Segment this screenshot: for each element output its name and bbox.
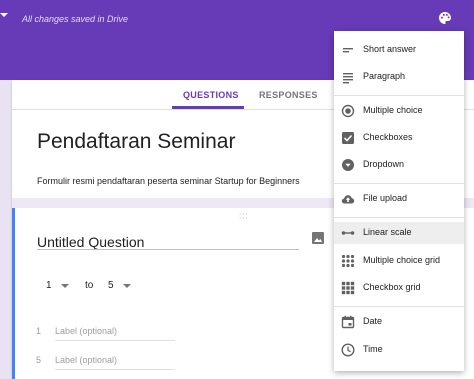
scale-min-select[interactable]: 1	[46, 280, 52, 291]
menu-item-dropdown[interactable]: Dropdown	[334, 154, 464, 176]
menu-item-paragraph[interactable]: Paragraph	[334, 66, 464, 88]
menu-item-label: Paragraph	[363, 71, 406, 81]
menu-item-label: Checkboxes	[363, 132, 413, 142]
menu-item-checkboxes[interactable]: Checkboxes	[334, 127, 464, 149]
menu-item-label: Multiple choice grid	[363, 255, 441, 265]
menu-item-label: Time	[363, 344, 383, 354]
tab-questions[interactable]: QUESTIONS	[183, 90, 239, 100]
dropdown-icon	[342, 159, 354, 171]
checkbox-icon	[342, 132, 354, 144]
chevron-down-icon[interactable]	[123, 284, 131, 288]
drag-handle-icon[interactable]: ∙∙∙ ∙∙∙	[239, 210, 249, 222]
clock-icon	[341, 343, 355, 357]
add-image-icon[interactable]	[312, 232, 324, 244]
label-min-number: 1	[36, 326, 42, 336]
label-min-input[interactable]: Label (optional)	[55, 326, 117, 336]
menu-item-label: File upload	[363, 193, 408, 203]
menu-item-label: Dropdown	[363, 159, 405, 169]
linear-scale-icon	[341, 231, 355, 235]
grid-dots-icon	[341, 254, 355, 268]
label-max-input[interactable]: Label (optional)	[55, 355, 117, 365]
menu-divider	[334, 217, 464, 218]
menu-item-date[interactable]: Date	[334, 311, 464, 333]
menu-item-label: Checkbox grid	[363, 282, 421, 292]
chevron-down-icon[interactable]	[61, 284, 69, 288]
menu-item-multiple-choice[interactable]: Multiple choice	[334, 100, 464, 122]
menu-item-multiple-choice-grid[interactable]: Multiple choice grid	[334, 250, 464, 272]
paragraph-icon	[343, 73, 353, 84]
menu-item-label: Linear scale	[363, 227, 412, 237]
menu-item-short-answer[interactable]: Short answer	[334, 39, 464, 61]
calendar-icon	[341, 315, 355, 329]
question-title-input[interactable]: Untitled Question	[37, 234, 144, 250]
menu-item-label: Multiple choice	[363, 105, 423, 115]
label-max-number: 5	[36, 355, 42, 365]
tab-responses[interactable]: RESPONSES	[259, 90, 318, 100]
label-max-underline	[55, 369, 175, 370]
menu-divider	[334, 95, 464, 96]
question-type-menu: Short answer Paragraph Multiple choice C…	[334, 31, 464, 371]
palette-icon[interactable]	[438, 11, 452, 25]
scale-to-label: to	[85, 280, 94, 291]
menu-item-file-upload[interactable]: File upload	[334, 188, 464, 210]
radio-icon	[341, 104, 355, 118]
question-title-underline	[37, 249, 299, 250]
active-question-bar	[12, 208, 15, 379]
menu-divider	[334, 183, 464, 184]
cloud-upload-icon	[341, 195, 355, 204]
short-answer-icon	[343, 48, 353, 53]
save-status: All changes saved in Drive	[22, 14, 129, 24]
menu-item-label: Date	[363, 316, 383, 326]
form-description[interactable]: Formulir resmi pendaftaran peserta semin…	[37, 176, 300, 186]
menu-item-time[interactable]: Time	[334, 339, 464, 361]
label-min-underline	[55, 340, 175, 341]
menu-item-linear-scale[interactable]: Linear scale	[334, 222, 464, 244]
form-title[interactable]: Pendaftaran Seminar	[37, 130, 235, 154]
chevron-down-icon[interactable]	[0, 13, 8, 17]
grid-squares-icon	[341, 281, 355, 295]
menu-divider	[334, 306, 464, 307]
menu-item-checkbox-grid[interactable]: Checkbox grid	[334, 277, 464, 299]
menu-item-label: Short answer	[363, 44, 417, 54]
scale-max-select[interactable]: 5	[108, 280, 114, 291]
